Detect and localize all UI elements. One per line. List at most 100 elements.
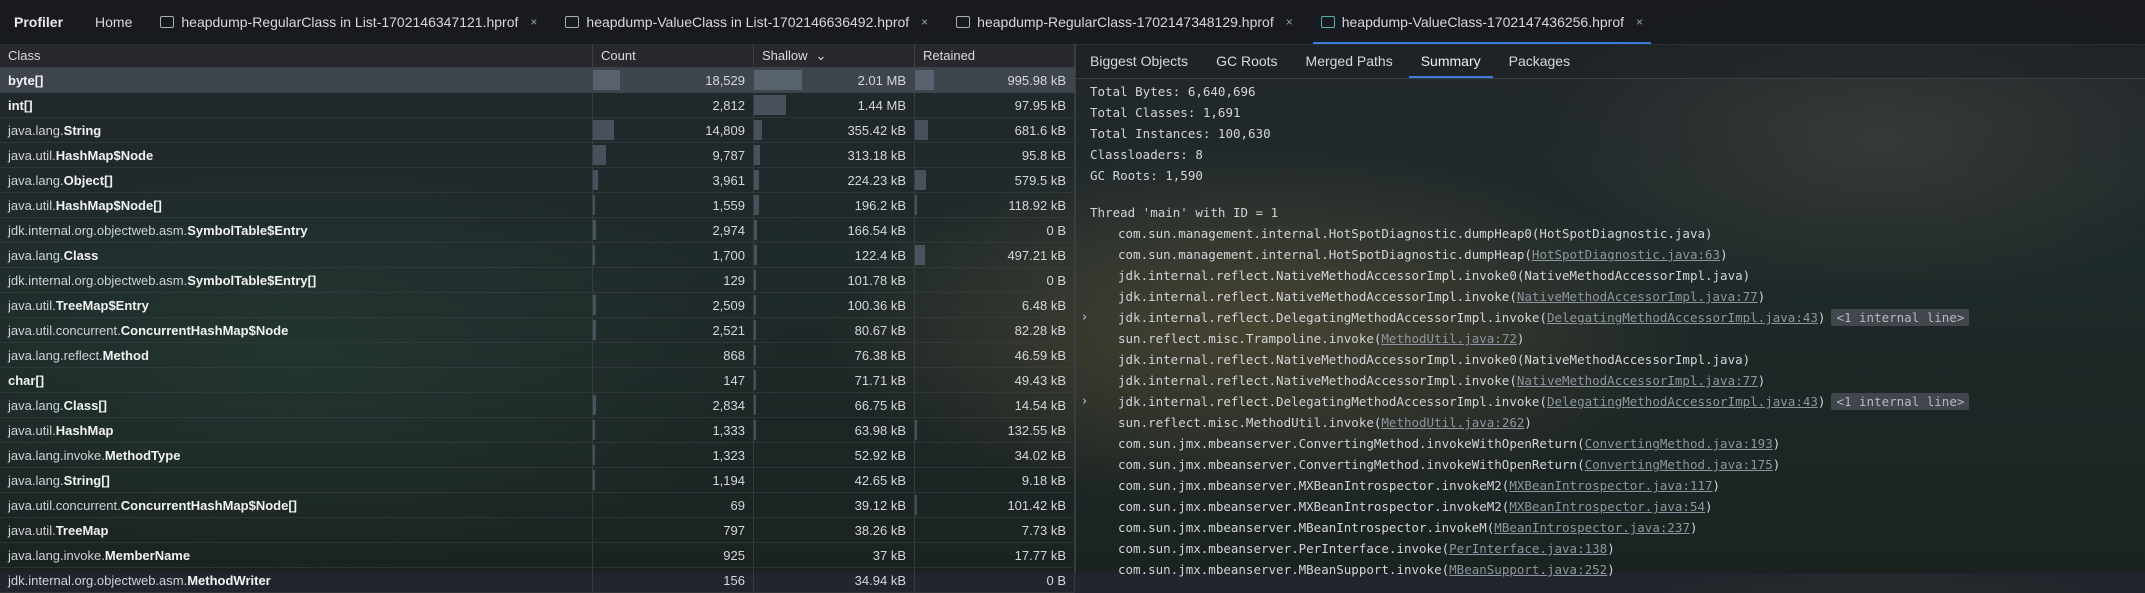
table-row[interactable]: jdk.internal.org.objectweb.asm. SymbolTab… [0, 218, 1075, 243]
details-tab-packages[interactable]: Packages [1495, 44, 1584, 78]
source-link[interactable]: NativeMethodAccessorImpl.java:77 [1517, 289, 1758, 304]
retained-bar [915, 420, 917, 440]
count-value: 2,812 [712, 97, 745, 113]
shallow-cell: 2.01 MB [754, 68, 915, 92]
editor-tab-0[interactable]: Home [81, 0, 146, 44]
class-name-cell: java.util. HashMap$Node[] [0, 193, 593, 217]
source-link[interactable]: MXBeanIntrospector.java:117 [1509, 478, 1712, 493]
editor-tab-4[interactable]: heapdump-ValueClass-1702147436256.hprof × [1307, 0, 1657, 44]
retained-cell: 7.73 kB [915, 518, 1075, 542]
chevron-right-icon[interactable]: › [1082, 307, 1087, 328]
table-row[interactable]: java.util. TreeMap 797 38.26 kB 7.73 kB [0, 518, 1075, 543]
table-row[interactable]: java.lang.invoke. MethodType 1,323 52.92 kB… [0, 443, 1075, 468]
column-header-count-label: Count [601, 48, 636, 63]
close-icon[interactable]: × [1286, 15, 1293, 29]
table-header: Class Count Shallow ⌄ Retained [0, 44, 1075, 68]
shallow-cell: 38.26 kB [754, 518, 915, 542]
table-row[interactable]: java.util.concurrent. ConcurrentHashMap$N… [0, 318, 1075, 343]
frame-method: jdk.internal.reflect.NativeMethodAccesso… [1118, 352, 1751, 367]
details-tab-summary[interactable]: Summary [1407, 44, 1495, 78]
retained-bar [915, 70, 935, 90]
source-link[interactable]: MethodUtil.java:262 [1381, 415, 1524, 430]
count-cell: 1,323 [593, 443, 754, 467]
source-link[interactable]: MethodUtil.java:72 [1381, 331, 1516, 346]
close-icon[interactable]: × [1636, 15, 1643, 29]
count-cell: 14,809 [593, 118, 754, 142]
shallow-value: 66.75 kB [854, 397, 906, 413]
table-row[interactable]: java.util. TreeMap$Entry 2,509 100.36 kB 6.4… [0, 293, 1075, 318]
retained-value: 82.28 kB [1014, 322, 1066, 338]
table-row[interactable]: java.lang. String 14,809 355.42 kB 681.6 kB [0, 118, 1075, 143]
table-row[interactable]: java.util. HashMap$Node 9,787 313.18 kB 95.8… [0, 143, 1075, 168]
count-value: 2,509 [712, 297, 745, 313]
table-row[interactable]: byte[] 18,529 2.01 MB 995.98 kB [0, 68, 1075, 93]
table-row[interactable]: jdk.internal.org.objectweb.asm. MethodWri… [0, 568, 1075, 593]
count-cell: 797 [593, 518, 754, 542]
table-row[interactable]: java.util. HashMap$Node[] 1,559 196.2 kB 118… [0, 193, 1075, 218]
source-link[interactable]: MBeanIntrospector.java:237 [1494, 520, 1690, 535]
count-cell: 1,194 [593, 468, 754, 492]
class-name-cell: jdk.internal.org.objectweb.asm. MethodWri… [0, 568, 593, 592]
class-name-cell: java.lang.invoke. MemberName [0, 543, 593, 567]
count-value: 156 [723, 572, 745, 588]
count-bar [593, 320, 597, 340]
count-value: 1,333 [712, 422, 745, 438]
source-link[interactable]: PerInterface.java:138 [1449, 541, 1607, 556]
retained-cell: 14.54 kB [915, 393, 1075, 417]
count-value: 129 [723, 272, 745, 288]
shallow-cell: 196.2 kB [754, 193, 915, 217]
table-row[interactable]: java.lang. String[] 1,194 42.65 kB 9.18 kB [0, 468, 1075, 493]
class-name-cell: byte[] [0, 68, 593, 92]
source-link[interactable]: HotSpotDiagnostic.java:63 [1532, 247, 1720, 262]
details-tab-merged-paths[interactable]: Merged Paths [1292, 44, 1407, 78]
source-link[interactable]: MXBeanIntrospector.java:54 [1509, 499, 1705, 514]
editor-tab-2[interactable]: heapdump-ValueClass in List-170214663649… [551, 0, 942, 44]
table-row[interactable]: java.util. HashMap 1,333 63.98 kB 132.55 kB [0, 418, 1075, 443]
source-link[interactable]: ConvertingMethod.java:193 [1585, 436, 1773, 451]
frame-method: com.sun.management.internal.HotSpotDiagn… [1118, 226, 1713, 241]
frame-close-paren: ) [1705, 499, 1713, 514]
table-row[interactable]: java.lang. Class[] 2,834 66.75 kB 14.54 kB [0, 393, 1075, 418]
shallow-value: 80.67 kB [854, 322, 906, 338]
internal-lines-fold[interactable]: <1 internal line> [1831, 393, 1970, 410]
table-row[interactable]: int[] 2,812 1.44 MB 97.95 kB [0, 93, 1075, 118]
source-link[interactable]: DelegatingMethodAccessorImpl.java:43 [1547, 394, 1818, 409]
class-simple-name: String[] [63, 472, 110, 488]
source-link[interactable]: ConvertingMethod.java:175 [1585, 457, 1773, 472]
table-row[interactable]: java.lang.reflect. Method 868 76.38 kB 46.59… [0, 343, 1075, 368]
count-value: 69 [730, 497, 745, 513]
details-tab-gc-roots[interactable]: GC Roots [1202, 44, 1291, 78]
column-header-retained-label: Retained [923, 48, 976, 63]
source-link[interactable]: MBeanSupport.java:252 [1449, 562, 1607, 577]
summary-line: Total Instances: 100,630 [1090, 126, 1271, 141]
editor-tab-1[interactable]: heapdump-RegularClass in List-1702146347… [146, 0, 551, 44]
column-header-shallow[interactable]: Shallow ⌄ [754, 44, 915, 67]
stack-frame: com.sun.jmx.mbeanserver.PerInterface.inv… [1090, 538, 2145, 559]
column-header-class[interactable]: Class [0, 44, 593, 67]
source-link[interactable]: NativeMethodAccessorImpl.java:77 [1517, 373, 1758, 388]
count-cell: 925 [593, 543, 754, 567]
table-row[interactable]: java.util.concurrent. ConcurrentHashMap$N… [0, 493, 1075, 518]
table-row[interactable]: char[] 147 71.71 kB 49.43 kB [0, 368, 1075, 393]
table-row[interactable]: jdk.internal.org.objectweb.asm. SymbolTab… [0, 268, 1075, 293]
shallow-cell: 71.71 kB [754, 368, 915, 392]
column-header-retained[interactable]: Retained [915, 44, 1075, 67]
table-row[interactable]: java.lang. Class 1,700 122.4 kB 497.21 kB [0, 243, 1075, 268]
internal-lines-fold[interactable]: <1 internal line> [1831, 309, 1970, 326]
table-row[interactable]: java.lang.invoke. MemberName 925 37 kB 17.77… [0, 543, 1075, 568]
chevron-right-icon[interactable]: › [1082, 391, 1087, 412]
close-icon[interactable]: × [921, 15, 928, 29]
frame-method: com.sun.jmx.mbeanserver.MBeanSupport.inv… [1118, 562, 1450, 577]
editor-tab-3[interactable]: heapdump-RegularClass-1702147348129.hpro… [942, 0, 1307, 44]
class-simple-name: SymbolTable$Entry[] [187, 272, 317, 288]
details-tab-biggest-objects[interactable]: Biggest Objects [1076, 44, 1202, 78]
shallow-cell: 37 kB [754, 543, 915, 567]
source-link[interactable]: DelegatingMethodAccessorImpl.java:43 [1547, 310, 1818, 325]
close-icon[interactable]: × [530, 15, 537, 29]
retained-value: 49.43 kB [1014, 372, 1066, 388]
class-simple-name: TreeMap$Entry [55, 297, 149, 313]
retained-cell: 497.21 kB [915, 243, 1075, 267]
table-row[interactable]: java.lang. Object[] 3,961 224.23 kB 579.5 kB [0, 168, 1075, 193]
column-header-count[interactable]: Count [593, 44, 754, 67]
class-package: java.util.concurrent. [8, 497, 121, 513]
